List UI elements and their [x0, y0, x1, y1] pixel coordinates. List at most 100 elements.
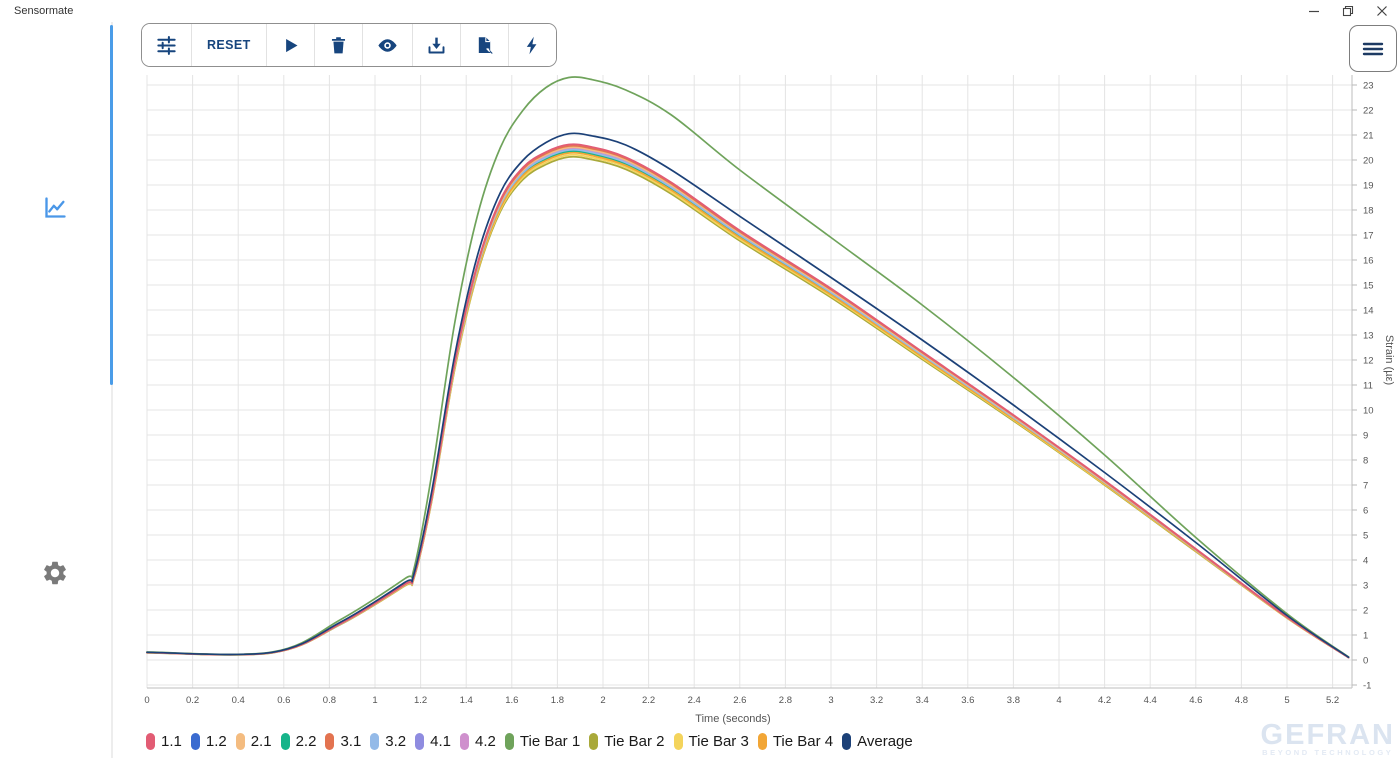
svg-text:17: 17	[1363, 231, 1374, 242]
series-line-tie-bar-4	[146, 151, 1350, 659]
legend-item-tie-bar-3[interactable]: Tie Bar 3	[673, 733, 749, 750]
sidebar-item-chart[interactable]	[40, 192, 70, 222]
svg-text:5: 5	[1363, 531, 1368, 542]
svg-text:0: 0	[144, 695, 149, 706]
legend-label: Tie Bar 1	[519, 733, 581, 750]
app-title: Sensormate	[14, 5, 74, 17]
legend-label: Average	[857, 733, 913, 750]
gefran-watermark: GEFRAN BEYOND TECHNOLOGY	[1261, 721, 1395, 758]
visibility-button[interactable]	[362, 24, 413, 66]
svg-text:5: 5	[1284, 695, 1289, 706]
legend-item-3.1[interactable]: 3.1	[325, 733, 361, 750]
series-line-4.2	[146, 147, 1350, 659]
svg-text:6: 6	[1363, 506, 1368, 517]
legend-item-2.1[interactable]: 2.1	[235, 733, 272, 750]
svg-text:19: 19	[1363, 181, 1374, 192]
sidebar-item-settings[interactable]	[40, 558, 70, 588]
legend-label: Tie Bar 3	[688, 733, 749, 750]
svg-text:3: 3	[828, 695, 833, 706]
legend-label: 1.1	[161, 733, 182, 750]
legend-marker	[235, 733, 245, 750]
tune-button[interactable]	[142, 24, 192, 66]
tune-icon	[157, 35, 176, 55]
legend-label: 1.2	[205, 733, 227, 750]
legend-marker	[842, 733, 852, 750]
legend-item-1.1[interactable]: 1.1	[146, 733, 182, 750]
restore-icon	[1342, 5, 1354, 17]
legend-marker	[757, 733, 767, 750]
title-bar: Sensormate	[0, 0, 1399, 22]
close-button[interactable]	[1365, 0, 1399, 22]
svg-text:2: 2	[600, 695, 605, 706]
svg-text:4.8: 4.8	[1235, 695, 1248, 706]
series-line-tie-bar-1	[146, 76, 1350, 658]
svg-text:16: 16	[1363, 256, 1374, 267]
svg-text:14: 14	[1363, 306, 1374, 317]
chart-legend: 1.1 1.2 2.1 2.2 3.1 3.2 4.1 4.2 Tie Bar 1 Tie Bar…	[146, 733, 922, 750]
chart-canvas[interactable]: -101234567891011121314151617181920212223…	[140, 65, 1399, 725]
legend-marker	[280, 733, 290, 750]
svg-text:3: 3	[1363, 581, 1368, 592]
menu-button[interactable]	[1349, 25, 1397, 72]
legend-label: Tie Bar 2	[604, 733, 665, 750]
svg-text:13: 13	[1363, 331, 1374, 342]
legend-item-tie-bar-4[interactable]: Tie Bar 4	[757, 733, 833, 750]
svg-text:3.8: 3.8	[1007, 695, 1020, 706]
legend-item-1.2[interactable]: 1.2	[190, 733, 227, 750]
legend-label: 3.1	[340, 733, 362, 750]
legend-marker	[673, 733, 683, 750]
series-line-tie-bar-2	[146, 155, 1350, 659]
file-export-button[interactable]	[460, 24, 509, 66]
svg-text:23: 23	[1363, 81, 1374, 92]
svg-text:11: 11	[1363, 381, 1373, 392]
bolt-icon	[526, 36, 537, 54]
minimize-icon	[1309, 10, 1319, 13]
legend-marker	[190, 733, 200, 750]
legend-item-2.2[interactable]: 2.2	[280, 733, 316, 750]
legend-item-average[interactable]: Average	[842, 733, 913, 750]
svg-text:3.2: 3.2	[870, 695, 883, 706]
minimize-button[interactable]	[1297, 0, 1331, 22]
legend-item-tie-bar-1[interactable]: Tie Bar 1	[504, 733, 581, 750]
download-button[interactable]	[412, 24, 461, 66]
svg-text:1.8: 1.8	[551, 695, 564, 706]
bolt-button[interactable]	[508, 24, 556, 66]
svg-text:5.2: 5.2	[1326, 695, 1339, 706]
chart-toolbar: RESET	[141, 23, 557, 67]
gear-icon	[44, 561, 66, 585]
gefran-tagline: BEYOND TECHNOLOGY	[1262, 748, 1394, 757]
line-chart-icon	[44, 196, 66, 218]
svg-text:8: 8	[1363, 456, 1368, 467]
legend-item-3.2[interactable]: 3.2	[370, 733, 406, 750]
svg-text:2.2: 2.2	[642, 695, 655, 706]
hamburger-icon	[1362, 42, 1384, 55]
svg-text:0.8: 0.8	[323, 695, 336, 706]
svg-text:4: 4	[1363, 556, 1368, 567]
reset-button[interactable]: RESET	[192, 24, 267, 66]
sidebar-scroll-thumb[interactable]	[110, 25, 113, 385]
svg-text:7: 7	[1363, 481, 1368, 492]
svg-text:21: 21	[1363, 131, 1374, 142]
strain-chart[interactable]: -1 0 1 2 3 4 5 6 7 8 9 10 11 12 13 14 15 16 17 18 19 20 21 22 23…	[140, 65, 1399, 725]
legend-item-4.2[interactable]: 4.2	[460, 733, 496, 750]
series-line-1.2	[146, 149, 1350, 659]
legend-marker	[415, 733, 425, 750]
svg-text:18: 18	[1363, 206, 1374, 217]
svg-text:0.2: 0.2	[186, 695, 199, 706]
series-line-tie-bar-3	[146, 153, 1350, 659]
legend-item-tie-bar-2[interactable]: Tie Bar 2	[589, 733, 665, 750]
legend-item-4.1[interactable]: 4.1	[415, 733, 451, 750]
series-line-2.2	[146, 150, 1350, 659]
svg-text:10: 10	[1363, 406, 1374, 417]
svg-text:2.8: 2.8	[779, 695, 792, 706]
svg-text:0.6: 0.6	[277, 695, 290, 706]
svg-text:2.4: 2.4	[688, 695, 701, 706]
restore-button[interactable]	[1331, 0, 1365, 22]
series-line-3.2	[146, 148, 1350, 659]
svg-text:0.4: 0.4	[232, 695, 245, 706]
download-icon	[428, 37, 445, 53]
axis-lines	[147, 75, 1353, 689]
delete-button[interactable]	[314, 24, 363, 66]
play-button[interactable]	[266, 24, 315, 66]
svg-text:22: 22	[1363, 106, 1374, 117]
